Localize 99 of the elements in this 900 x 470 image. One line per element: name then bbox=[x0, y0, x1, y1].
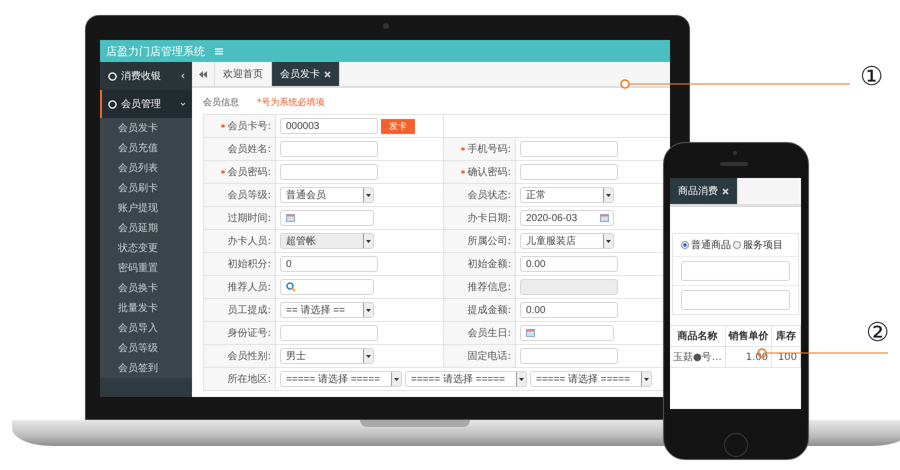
sidebar-item[interactable]: 消费收银 bbox=[100, 62, 192, 90]
select-field[interactable]: == 请选择 == bbox=[280, 302, 374, 318]
date-field[interactable] bbox=[520, 325, 614, 341]
menu-icon[interactable] bbox=[215, 48, 223, 54]
sidebar-subitem[interactable]: 会员签到 bbox=[100, 358, 192, 378]
sidebar-item[interactable]: 会员管理 bbox=[100, 90, 192, 118]
sidebar-subitem[interactable]: 密码重置 bbox=[100, 258, 192, 278]
required-icon bbox=[220, 170, 225, 174]
sidebar-subitem[interactable]: 账户提现 bbox=[100, 198, 192, 218]
field-label: 提成金额: bbox=[468, 304, 511, 317]
input-field[interactable] bbox=[681, 261, 790, 281]
field-label: 身份证号: bbox=[228, 327, 271, 340]
home-button[interactable] bbox=[724, 433, 748, 457]
caret-icon bbox=[363, 234, 373, 248]
field-label: 确认密码: bbox=[468, 166, 511, 179]
close-icon[interactable] bbox=[722, 188, 729, 194]
app-title: 店盈力门店管理系统 bbox=[106, 44, 205, 58]
field-label: 会员姓名: bbox=[228, 143, 271, 156]
column-header: 库存 bbox=[772, 326, 801, 347]
caret-icon bbox=[363, 349, 373, 363]
tab[interactable]: 商品消费 bbox=[670, 178, 738, 204]
input-field[interactable] bbox=[280, 141, 378, 157]
column-header: 销售单价 bbox=[726, 326, 772, 347]
camera-icon bbox=[383, 23, 389, 29]
calendar-icon bbox=[526, 329, 535, 337]
caret-icon bbox=[641, 372, 651, 386]
field-label: 会员生日: bbox=[468, 326, 511, 340]
search-field[interactable] bbox=[280, 279, 374, 295]
table-cell: 玉菇●号… bbox=[670, 347, 726, 368]
caret-icon bbox=[603, 188, 613, 202]
radio-option[interactable]: 服务项目 bbox=[733, 238, 783, 252]
date-field[interactable]: 2020-06-03 bbox=[520, 210, 614, 226]
caret-icon bbox=[516, 372, 526, 386]
field-label: 推荐信息: bbox=[468, 280, 511, 294]
field-label: 办卡人员: bbox=[228, 234, 271, 248]
caret-icon bbox=[363, 303, 373, 317]
field-label: 会员状态: bbox=[468, 188, 511, 202]
search-icon[interactable] bbox=[286, 282, 296, 292]
callout-number: ① bbox=[860, 64, 884, 90]
double-left-icon[interactable] bbox=[199, 70, 207, 78]
field-label: 所在地区: bbox=[228, 372, 271, 386]
select-field[interactable]: 男士 bbox=[280, 348, 374, 364]
close-icon[interactable] bbox=[324, 70, 331, 78]
field-label: 固定电话: bbox=[468, 350, 511, 363]
select-field[interactable]: ===== 请选择 ===== bbox=[405, 371, 527, 387]
sidebar-subitem[interactable]: 会员换卡 bbox=[100, 278, 192, 298]
sidebar-subitem[interactable]: 会员发卡 bbox=[100, 118, 192, 138]
sidebar-subitem[interactable]: 状态变更 bbox=[100, 238, 192, 258]
chevron-down-icon bbox=[180, 101, 186, 107]
field-label: 所属公司: bbox=[468, 234, 511, 248]
input-field[interactable] bbox=[280, 325, 378, 341]
caret-icon bbox=[363, 188, 373, 202]
sidebar-subitem[interactable]: 会员列表 bbox=[100, 158, 192, 178]
calendar-icon bbox=[600, 214, 609, 222]
caret-icon bbox=[603, 234, 613, 248]
sidebar-subitem[interactable]: 会员等级 bbox=[100, 338, 192, 358]
field-label: 会员卡号: bbox=[228, 120, 271, 133]
field-label: 会员等级: bbox=[228, 189, 271, 202]
sidebar-subitem[interactable]: 会员导入 bbox=[100, 318, 192, 338]
sidebar-subitem[interactable]: 会员延期 bbox=[100, 218, 192, 238]
input-field[interactable]: 000003 bbox=[280, 118, 378, 134]
field-label: 手机号码: bbox=[468, 142, 511, 156]
select-field[interactable]: 普通会员 bbox=[280, 187, 374, 203]
input-field[interactable] bbox=[681, 290, 790, 310]
field-label: 过期时间: bbox=[228, 212, 271, 225]
field-label: 会员密码: bbox=[228, 166, 271, 179]
column-header: 商品名称 bbox=[670, 326, 726, 347]
callout-number: ② bbox=[866, 320, 890, 346]
input-field[interactable] bbox=[520, 348, 618, 364]
sidebar-subitem[interactable]: 会员刷卡 bbox=[100, 178, 192, 198]
date-field[interactable] bbox=[280, 210, 374, 226]
select-field[interactable]: 儿童服装店 bbox=[520, 233, 614, 249]
field-label: 初始金额: bbox=[468, 258, 511, 271]
sidebar-subitem[interactable]: 批量发卡 bbox=[100, 298, 192, 318]
input-field[interactable]: 0.00 bbox=[520, 302, 618, 318]
radio-option[interactable]: 普通商品 bbox=[681, 238, 731, 252]
required-note: *号为系统必填项 bbox=[257, 96, 324, 108]
select-field[interactable]: ===== 请选择 ===== bbox=[530, 371, 652, 387]
input-field[interactable] bbox=[520, 141, 618, 157]
input-field[interactable] bbox=[280, 164, 378, 180]
input-field[interactable]: 0.00 bbox=[520, 256, 618, 272]
tab[interactable]: 会员发卡 bbox=[272, 62, 340, 86]
select-field[interactable]: ===== 请选择 ===== bbox=[280, 371, 402, 387]
field-label: 初始积分: bbox=[228, 258, 271, 271]
chevron-left-icon bbox=[180, 73, 186, 79]
required-icon bbox=[460, 170, 465, 174]
required-icon bbox=[460, 147, 465, 151]
field-label: 办卡日期: bbox=[468, 212, 511, 225]
caret-icon bbox=[391, 372, 401, 386]
select-field[interactable]: 正常 bbox=[520, 187, 614, 203]
section-title: 会员信息 bbox=[203, 96, 239, 108]
field-label: 推荐人员: bbox=[228, 280, 271, 294]
input-field[interactable] bbox=[520, 164, 618, 180]
sidebar-subitem[interactable]: 会员充值 bbox=[100, 138, 192, 158]
field-label: 会员性别: bbox=[228, 350, 271, 363]
field-label: 员工提成: bbox=[228, 304, 271, 317]
input-field[interactable]: 0 bbox=[280, 256, 378, 272]
required-icon bbox=[220, 124, 225, 128]
calendar-icon bbox=[286, 214, 295, 222]
